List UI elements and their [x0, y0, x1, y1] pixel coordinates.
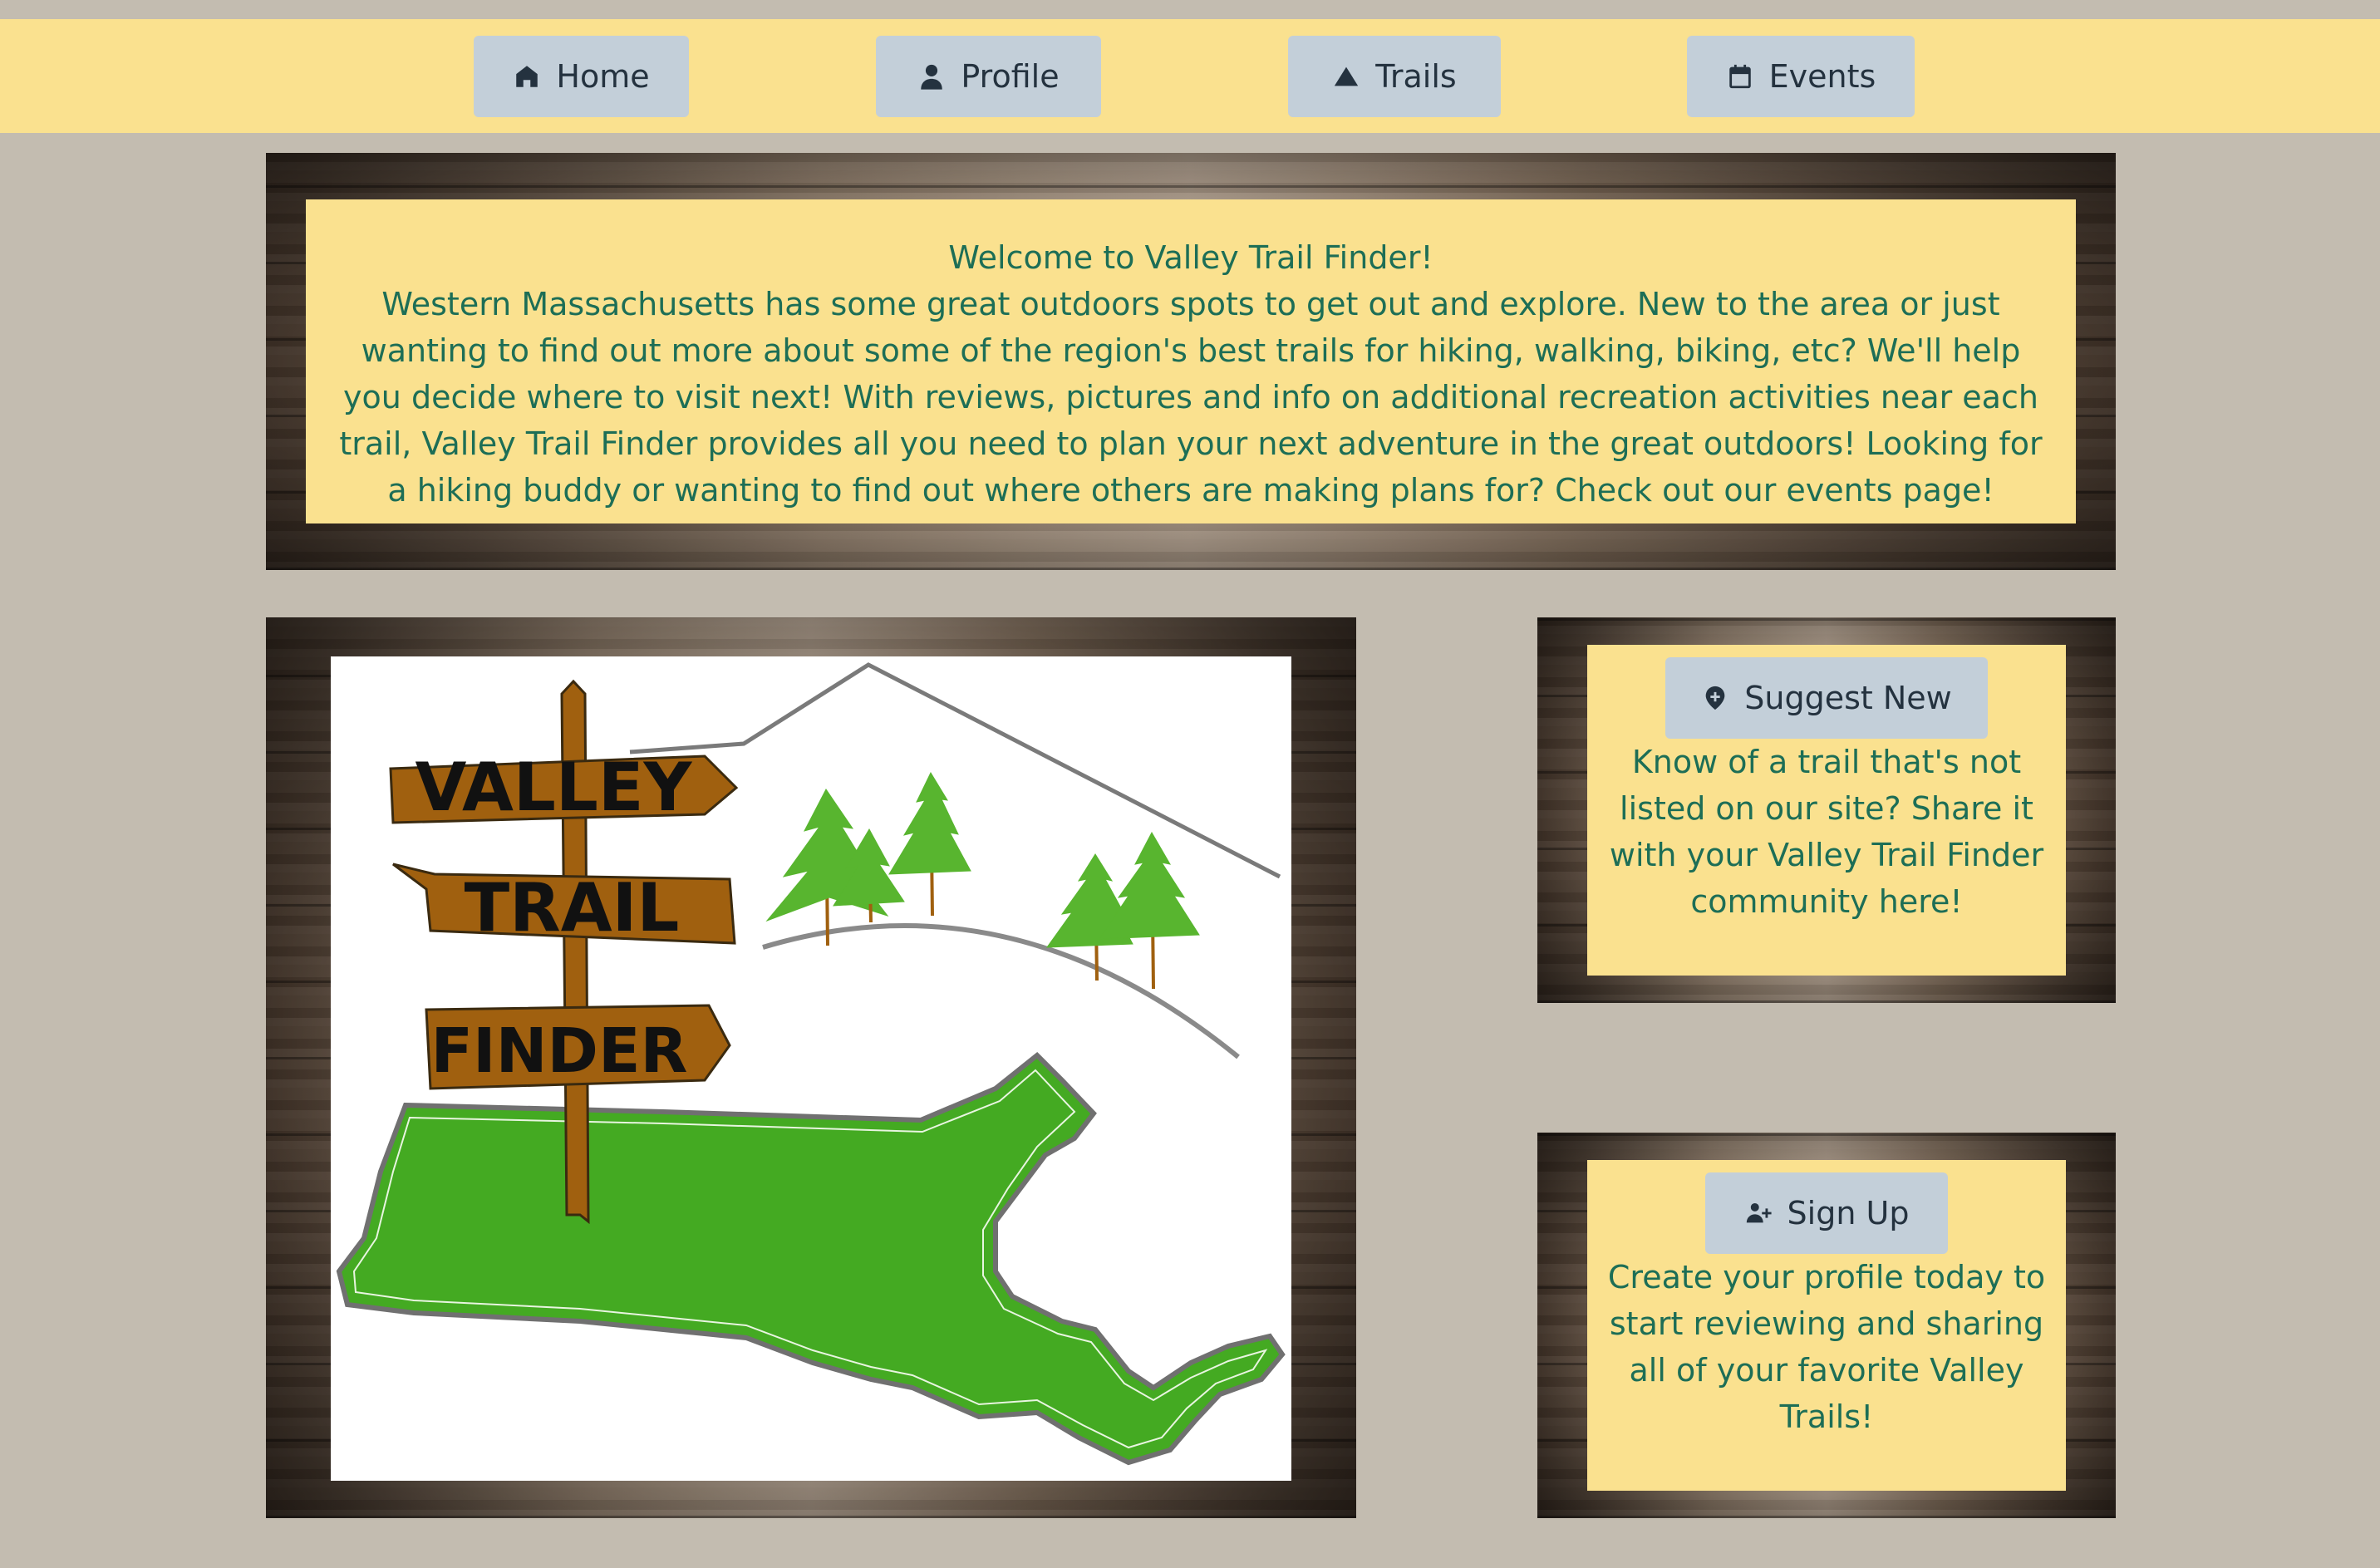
nav-trails-label: Trails: [1375, 58, 1457, 95]
person-icon: [921, 64, 943, 90]
nav-home-button[interactable]: Home: [474, 36, 689, 117]
add-users-icon: [1746, 1202, 1772, 1223]
welcome-title: Welcome to Valley Trail Finder!: [948, 239, 1433, 276]
nav-profile-label: Profile: [961, 58, 1060, 95]
sign-word-finder: FINDER: [431, 1015, 688, 1087]
nav-events-label: Events: [1768, 58, 1876, 95]
nav-trails-button[interactable]: Trails: [1288, 36, 1501, 117]
sign-up-label: Sign Up: [1787, 1195, 1910, 1231]
signup-description: Create your profile today to start revie…: [1607, 1259, 2046, 1435]
mountain-icon: [1335, 66, 1359, 86]
massachusetts-map: [336, 1051, 1286, 1466]
pine-trees-left: [765, 771, 971, 946]
top-nav-bar: Home Profile Trails Events: [0, 19, 2380, 133]
calendar-icon: [1728, 64, 1751, 89]
sign-word-valley: VALLEY: [416, 749, 693, 826]
logo-image: VALLEY TRAIL FINDER: [331, 656, 1291, 1481]
pine-trees-right: [1046, 831, 1200, 990]
suggest-new-button[interactable]: Suggest New: [1665, 657, 1988, 739]
suggest-description: Know of a trail that's not listed on our…: [1609, 744, 2044, 920]
location-plus-icon: [1705, 686, 1725, 710]
nav-home-label: Home: [556, 58, 650, 95]
home-icon: [516, 66, 538, 87]
nav-profile-button[interactable]: Profile: [876, 36, 1101, 117]
hill-curve: [762, 923, 1240, 1059]
welcome-panel: Welcome to Valley Trail Finder! Western …: [306, 199, 2076, 523]
welcome-body: Western Massachusetts has some great out…: [339, 286, 2043, 509]
sign-word-trail: TRAIL: [465, 869, 680, 946]
sign-up-button[interactable]: Sign Up: [1705, 1172, 1948, 1254]
suggest-new-label: Suggest New: [1744, 680, 1952, 716]
nav-events-button[interactable]: Events: [1687, 36, 1915, 117]
valley-trail-finder-logo: VALLEY TRAIL FINDER: [336, 662, 1286, 1466]
